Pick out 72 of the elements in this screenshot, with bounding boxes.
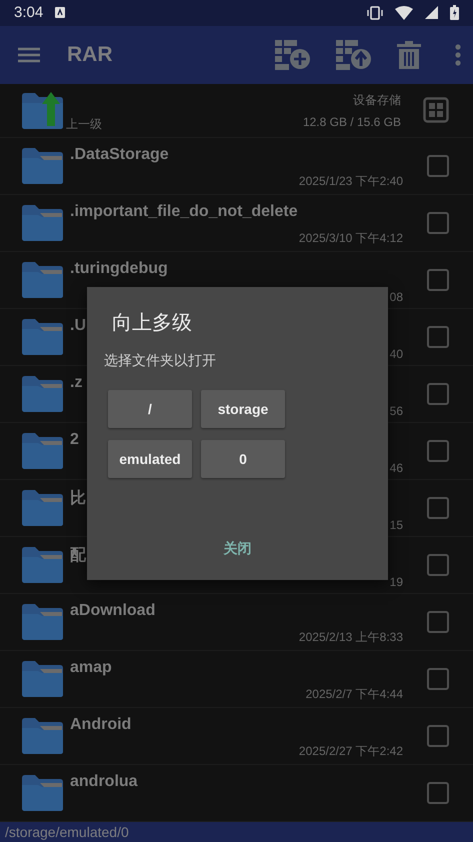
modified-date: 2025/2/7 下午4:44 [306, 686, 403, 703]
path-segment-button[interactable]: 0 [201, 440, 285, 478]
modified-date: 40 [390, 347, 403, 361]
folder-icon [20, 660, 64, 698]
folder-name: 比 [70, 488, 86, 509]
add-archive-icon[interactable] [275, 40, 310, 70]
modified-date: 19 [390, 575, 403, 589]
checkbox[interactable] [427, 269, 449, 291]
folder-icon [20, 318, 64, 356]
path-segment-button[interactable]: storage [201, 390, 285, 428]
modified-date: 2025/2/13 上午8:33 [298, 629, 403, 646]
folder-name: amap [70, 659, 112, 677]
folder-name: .DataStorage [70, 146, 169, 164]
signal-icon [425, 6, 438, 20]
modified-date: 56 [390, 404, 403, 418]
delete-icon[interactable] [397, 40, 421, 69]
folder-name: 2 [70, 431, 79, 449]
battery-icon [450, 5, 459, 20]
checkbox[interactable] [427, 155, 449, 177]
grid-view-icon[interactable] [423, 97, 449, 124]
folder-name: .z [70, 374, 82, 392]
dialog-title: 向上多级 [112, 311, 193, 336]
menu-icon[interactable] [18, 46, 40, 63]
folder-icon [20, 489, 64, 527]
current-path: /storage/emulated/0 [4, 824, 129, 840]
parent-folder-label: 上一级 [66, 116, 102, 133]
folder-icon [20, 717, 64, 755]
notification-icon [55, 7, 66, 18]
checkbox[interactable] [427, 782, 449, 804]
folder-name: 配 [70, 546, 86, 566]
wifi-icon [395, 6, 413, 20]
folder-name: Android [70, 716, 132, 734]
modified-date: 15 [390, 518, 403, 532]
folder-name: .turingdebug [70, 260, 168, 278]
status-time: 3:04 [14, 4, 44, 22]
checkbox[interactable] [427, 668, 449, 690]
checkbox[interactable] [427, 383, 449, 405]
folder-icon [20, 375, 64, 413]
path-segment-button[interactable]: / [108, 390, 192, 428]
checkbox[interactable] [427, 611, 449, 633]
modified-date: 2025/2/27 下午2:42 [298, 743, 403, 760]
parent-folder-icon [20, 90, 66, 130]
storage-label: 设备存储 [353, 92, 401, 109]
more-options-icon[interactable] [455, 44, 461, 66]
folder-icon [20, 204, 64, 242]
folder-name: .U [70, 317, 86, 335]
checkbox[interactable] [427, 326, 449, 348]
modified-date: 46 [390, 461, 403, 475]
folder-icon [20, 147, 64, 185]
checkbox[interactable] [427, 440, 449, 462]
folder-name: .important_file_do_not_delete [70, 203, 298, 221]
folder-icon [20, 432, 64, 470]
folder-icon [20, 546, 64, 584]
folder-name: aDownload [70, 602, 156, 620]
folder-icon [20, 774, 64, 812]
checkbox[interactable] [427, 212, 449, 234]
dialog-message: 选择文件夹以打开 [104, 352, 217, 370]
folder-icon [20, 603, 64, 641]
folder-name: androlua [70, 773, 138, 791]
app-title: RAR [67, 42, 114, 67]
checkbox[interactable] [427, 554, 449, 576]
storage-size: 12.8 GB / 15.6 GB [302, 114, 401, 129]
modified-date: 2025/1/23 下午2:40 [298, 173, 403, 190]
folder-icon [20, 261, 64, 299]
checkbox[interactable] [427, 725, 449, 747]
path-segment-button[interactable]: emulated [108, 440, 192, 478]
extract-archive-icon[interactable] [336, 40, 371, 70]
close-button[interactable]: 关闭 [216, 536, 260, 562]
checkbox[interactable] [427, 497, 449, 519]
modified-date: 2025/3/10 下午4:12 [298, 230, 403, 247]
modified-date: 08 [390, 290, 403, 304]
vibrate-icon [367, 6, 383, 20]
